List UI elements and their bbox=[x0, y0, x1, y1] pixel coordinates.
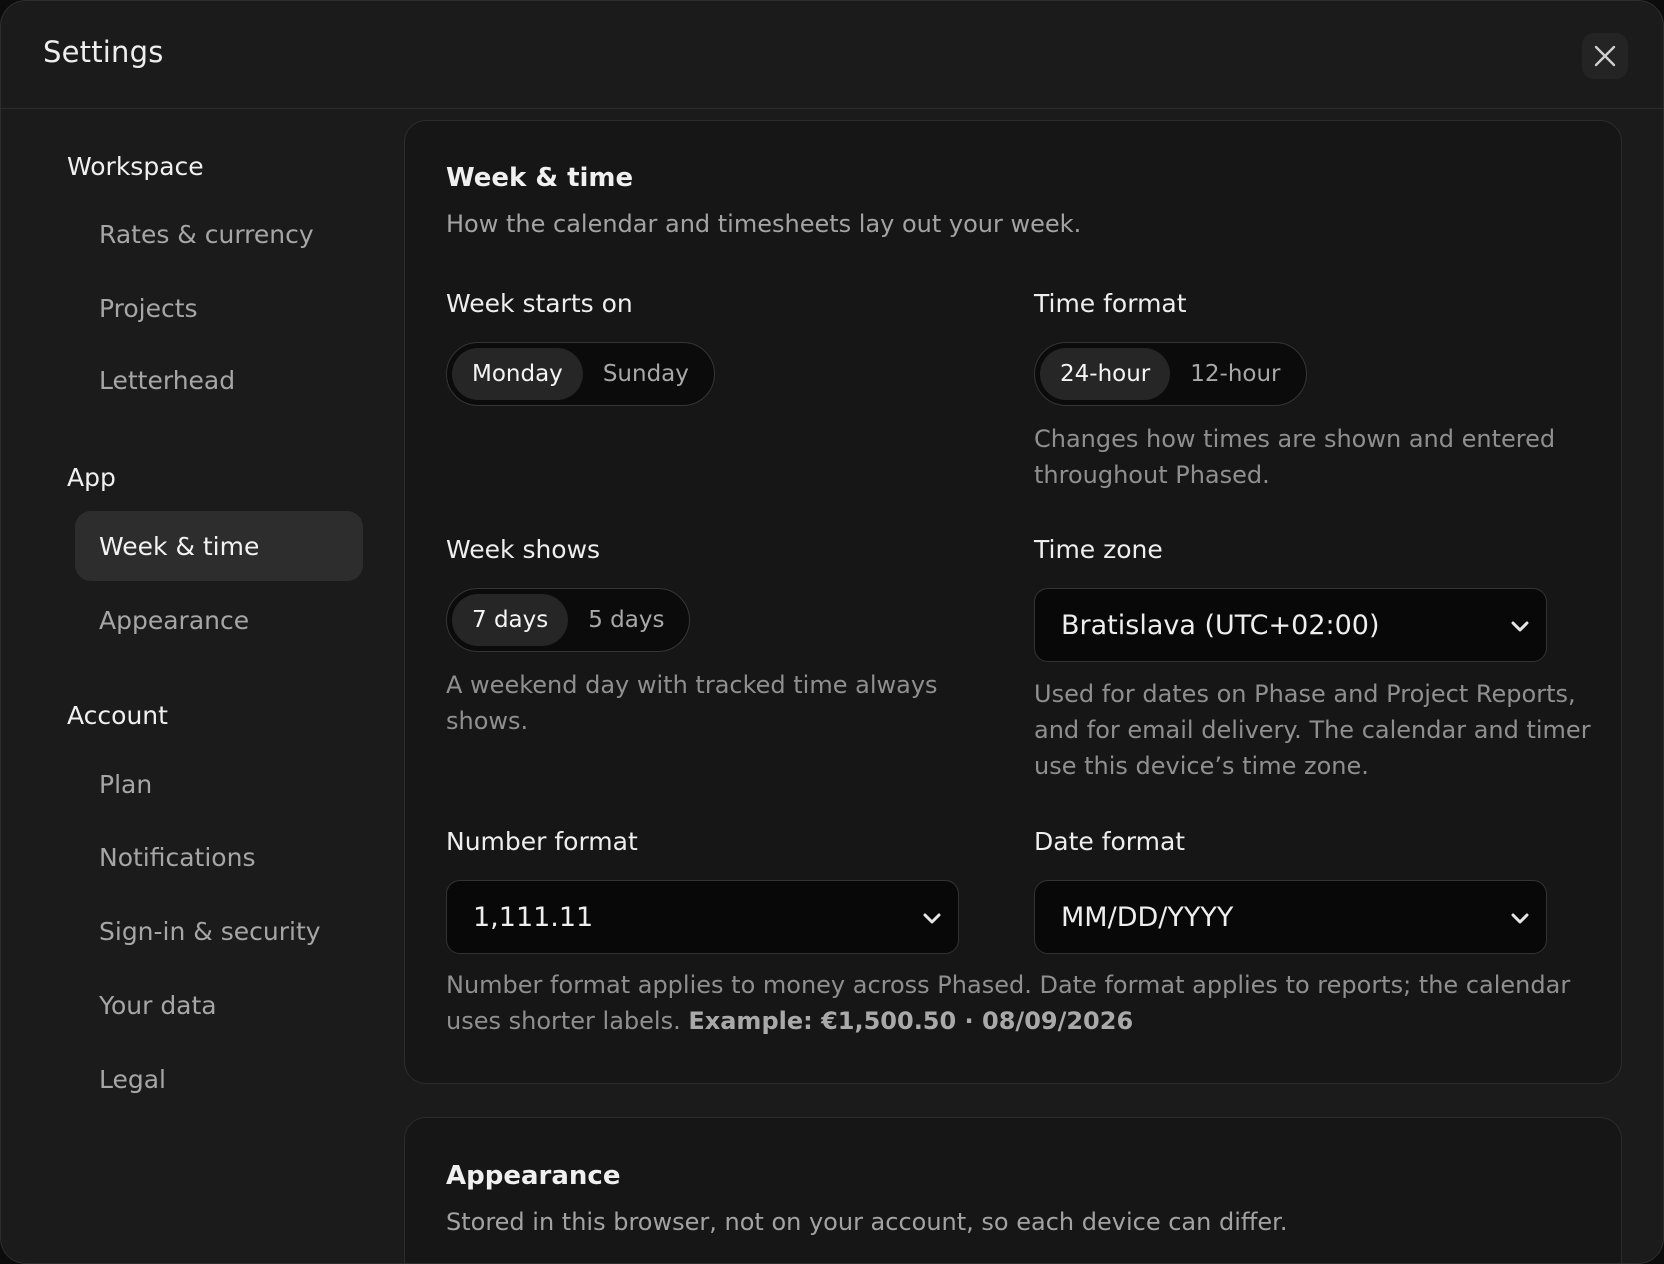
settings-sidebar: Workspace Rates & currency Projects Lett… bbox=[1, 110, 391, 1263]
format-example: Example: €1,500.50 · 08/09/2026 bbox=[688, 1007, 1134, 1035]
section-subtitle-week-time: How the calendar and timesheets lay out … bbox=[446, 210, 1082, 238]
sidebar-item-letterhead[interactable]: Letterhead bbox=[75, 345, 363, 415]
time-zone-help-line2: and for email delivery. The calendar and… bbox=[1034, 716, 1591, 744]
settings-window: Settings Workspace Rates & currency Proj… bbox=[0, 0, 1664, 1264]
time-zone-label: Time zone bbox=[1034, 535, 1163, 564]
time-zone-select[interactable]: Bratislava (UTC+02:00) bbox=[1034, 588, 1547, 662]
week-starts-toggle: Monday Sunday bbox=[446, 342, 715, 406]
time-format-option-24-hour[interactable]: 24-hour bbox=[1040, 348, 1171, 400]
settings-header: Settings bbox=[1, 1, 1663, 109]
sidebar-item-week-time[interactable]: Week & time bbox=[75, 511, 363, 581]
sidebar-item-appearance[interactable]: Appearance bbox=[75, 585, 363, 655]
week-shows-option-5-days[interactable]: 5 days bbox=[568, 594, 684, 646]
section-subtitle-appearance: Stored in this browser, not on your acco… bbox=[446, 1208, 1288, 1236]
format-help-line2: uses shorter labels. Example: €1,500.50 … bbox=[446, 1003, 1596, 1039]
time-format-label: Time format bbox=[1034, 289, 1187, 318]
number-format-value: 1,111.11 bbox=[473, 901, 594, 933]
time-zone-help-line1: Used for dates on Phase and Project Repo… bbox=[1034, 680, 1576, 708]
week-starts-option-monday[interactable]: Monday bbox=[452, 348, 583, 400]
time-format-toggle: 24-hour 12-hour bbox=[1034, 342, 1307, 406]
sidebar-group-app: App bbox=[67, 463, 116, 492]
week-shows-help-line1: A weekend day with tracked time always bbox=[446, 671, 938, 699]
week-shows-label: Week shows bbox=[446, 535, 601, 564]
sidebar-group-account: Account bbox=[67, 701, 168, 730]
sidebar-item-rates-currency[interactable]: Rates & currency bbox=[75, 199, 363, 269]
time-zone-value: Bratislava (UTC+02:00) bbox=[1061, 609, 1380, 641]
format-help: Number format applies to money across Ph… bbox=[446, 967, 1596, 1039]
section-title-week-time: Week & time bbox=[446, 163, 634, 193]
section-title-appearance: Appearance bbox=[446, 1161, 621, 1191]
format-help-line2-text: uses shorter labels. bbox=[446, 1007, 689, 1035]
date-format-select[interactable]: MM/DD/YYYY bbox=[1034, 880, 1547, 954]
format-help-line1: Number format applies to money across Ph… bbox=[446, 971, 1571, 999]
date-format-value: MM/DD/YYYY bbox=[1061, 901, 1234, 933]
time-zone-help: Used for dates on Phase and Project Repo… bbox=[1034, 676, 1591, 784]
time-format-help: Changes how times are shown and entered … bbox=[1034, 421, 1555, 493]
week-shows-toggle: 7 days 5 days bbox=[446, 588, 691, 652]
time-format-help-line1: Changes how times are shown and entered bbox=[1034, 425, 1556, 453]
week-starts-option-sunday[interactable]: Sunday bbox=[583, 348, 709, 400]
time-format-help-line2: throughout Phased. bbox=[1034, 461, 1270, 489]
week-shows-help: A weekend day with tracked time always s… bbox=[446, 667, 938, 739]
sidebar-group-workspace: Workspace bbox=[67, 152, 204, 181]
sidebar-item-projects[interactable]: Projects bbox=[75, 273, 363, 343]
sidebar-item-sign-in-security[interactable]: Sign-in & security bbox=[75, 896, 363, 966]
date-format-label: Date format bbox=[1034, 827, 1186, 856]
chevron-down-icon bbox=[923, 913, 941, 924]
sidebar-item-your-data[interactable]: Your data bbox=[75, 970, 363, 1040]
chevron-down-icon bbox=[1511, 913, 1529, 924]
sidebar-item-legal[interactable]: Legal bbox=[75, 1044, 363, 1114]
number-format-select[interactable]: 1,111.11 bbox=[446, 880, 959, 954]
time-zone-help-line3: use this device’s time zone. bbox=[1034, 752, 1369, 780]
sidebar-item-plan[interactable]: Plan bbox=[75, 749, 363, 819]
page-title: Settings bbox=[43, 35, 164, 69]
close-button[interactable] bbox=[1582, 33, 1628, 79]
week-shows-help-line2: shows. bbox=[446, 707, 529, 735]
week-time-card: Week & time How the calendar and timeshe… bbox=[404, 120, 1622, 1084]
week-starts-label: Week starts on bbox=[446, 289, 633, 318]
time-format-option-12-hour[interactable]: 12-hour bbox=[1170, 348, 1300, 400]
sidebar-item-notifications[interactable]: Notifications bbox=[75, 822, 363, 892]
chevron-down-icon bbox=[1511, 621, 1529, 632]
close-icon bbox=[1594, 45, 1616, 67]
number-format-label: Number format bbox=[446, 827, 638, 856]
appearance-card: Appearance Stored in this browser, not o… bbox=[404, 1117, 1622, 1263]
week-shows-option-7-days[interactable]: 7 days bbox=[452, 594, 569, 646]
